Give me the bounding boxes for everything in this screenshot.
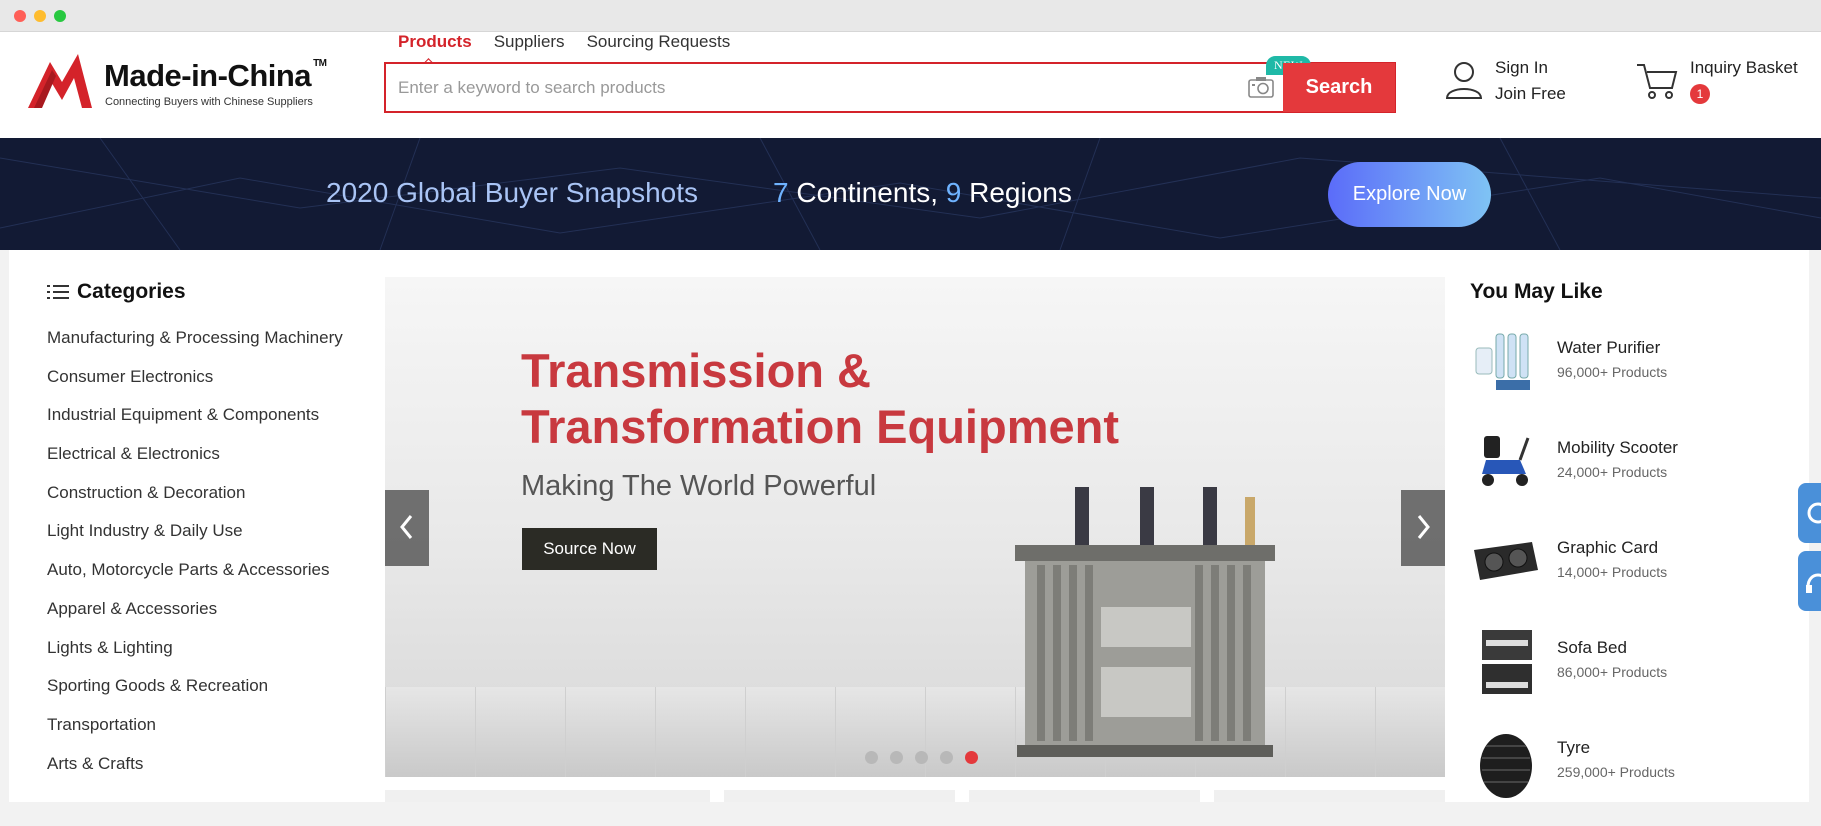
- you-may-like-item[interactable]: Sofa Bed 86,000+ Products: [1470, 626, 1800, 726]
- site-header: Made-in-China TM Connecting Buyers with C…: [0, 32, 1821, 138]
- banner-stats: 7 Continents, 9 Regions: [773, 177, 1072, 208]
- carousel-dot[interactable]: [940, 751, 953, 764]
- minimize-window-button[interactable]: [34, 10, 46, 22]
- category-item-industrial-equipment[interactable]: Industrial Equipment & Components: [47, 405, 367, 444]
- join-free-link[interactable]: Join Free: [1495, 84, 1566, 104]
- categories-panel: Categories Manufacturing & Processing Ma…: [47, 280, 367, 792]
- carousel-pagination: [865, 751, 978, 764]
- tab-suppliers[interactable]: Suppliers: [494, 32, 565, 60]
- promo-banner: 2020 Global Buyer Snapshots 7 Continents…: [0, 138, 1821, 250]
- hero-carousel: Transmission & Transformation Equipment …: [385, 277, 1445, 777]
- floating-chat-button[interactable]: [1798, 483, 1821, 543]
- account-area: Sign In Join Free: [1445, 54, 1605, 114]
- carousel-subtitle: Making The World Powerful: [521, 470, 877, 502]
- basket-count-badge: 1: [1690, 84, 1710, 104]
- mobility-scooter-icon: [1482, 436, 1530, 486]
- category-item-arts-crafts[interactable]: Arts & Crafts: [47, 754, 367, 793]
- category-item-electrical[interactable]: Electrical & Electronics: [47, 444, 367, 483]
- you-may-like-heading: You May Like: [1470, 280, 1603, 303]
- you-may-like-item[interactable]: Mobility Scooter 24,000+ Products: [1470, 426, 1800, 526]
- logo-name: Made-in-China TM: [104, 58, 327, 93]
- carousel-dot[interactable]: [865, 751, 878, 764]
- carousel-dot[interactable]: [915, 751, 928, 764]
- chevron-right-icon: [1417, 514, 1430, 539]
- you-may-like-panel: You May Like Water Purifier 96,000+ Prod…: [1470, 280, 1800, 826]
- tab-products[interactable]: Products: [398, 32, 472, 60]
- carousel-dot[interactable]: [890, 751, 903, 764]
- made-in-china-logo-icon: [28, 54, 92, 108]
- category-item-apparel[interactable]: Apparel & Accessories: [47, 599, 367, 638]
- search-input[interactable]: [398, 75, 1218, 101]
- list-icon: [47, 285, 69, 299]
- user-icon[interactable]: [1445, 60, 1483, 100]
- maximize-window-button[interactable]: [54, 10, 66, 22]
- sub-banner-tile[interactable]: [724, 790, 955, 802]
- transformer-illustration: [1015, 487, 1275, 757]
- sub-banner-tile[interactable]: [1214, 790, 1445, 802]
- category-item-transportation[interactable]: Transportation: [47, 715, 367, 754]
- floating-support-button[interactable]: [1798, 551, 1821, 611]
- category-item-construction[interactable]: Construction & Decoration: [47, 483, 367, 522]
- source-now-button[interactable]: Source Now: [522, 528, 657, 570]
- sofa-bed-icon: [1482, 630, 1532, 694]
- sign-in-link[interactable]: Sign In: [1495, 58, 1548, 78]
- category-item-light-industry[interactable]: Light Industry & Daily Use: [47, 521, 367, 560]
- logo-tagline: Connecting Buyers with Chinese Suppliers: [105, 96, 313, 108]
- main-content: Categories Manufacturing & Processing Ma…: [9, 250, 1809, 802]
- sub-banner-tile[interactable]: [969, 790, 1200, 802]
- you-may-like-item[interactable]: Tyre 259,000+ Products: [1470, 726, 1800, 826]
- carousel-prev-button[interactable]: [385, 490, 429, 566]
- category-item-lights[interactable]: Lights & Lighting: [47, 638, 367, 677]
- tyre-icon: [1480, 734, 1532, 798]
- sub-banner-tile[interactable]: [385, 790, 710, 802]
- explore-now-button[interactable]: Explore Now: [1328, 162, 1491, 227]
- tab-sourcing-requests[interactable]: Sourcing Requests: [587, 32, 731, 60]
- sub-banner-row: [385, 790, 1445, 802]
- inquiry-basket: Inquiry Basket 1: [1636, 54, 1821, 114]
- close-window-button[interactable]: [14, 10, 26, 22]
- you-may-like-item[interactable]: Water Purifier 96,000+ Products: [1470, 326, 1800, 426]
- browser-chrome: [0, 0, 1821, 32]
- carousel-next-button[interactable]: [1401, 490, 1445, 566]
- category-item-sporting-goods[interactable]: Sporting Goods & Recreation: [47, 676, 367, 715]
- carousel-dot-active[interactable]: [965, 751, 978, 764]
- site-logo[interactable]: Made-in-China TM Connecting Buyers with C…: [28, 52, 348, 112]
- inquiry-basket-link[interactable]: Inquiry Basket: [1690, 58, 1798, 78]
- category-item-manufacturing[interactable]: Manufacturing & Processing Machinery: [47, 328, 367, 367]
- you-may-like-item[interactable]: Graphic Card 14,000+ Products: [1470, 526, 1800, 626]
- banner-title: 2020 Global Buyer Snapshots: [326, 177, 699, 208]
- cart-icon[interactable]: [1636, 62, 1678, 100]
- headset-icon: [1806, 573, 1821, 593]
- carousel-title: Transmission & Transformation Equipment: [521, 344, 1119, 453]
- search-type-tabs: Products Suppliers Sourcing Requests: [398, 32, 730, 60]
- search-bar: NEW Search: [384, 56, 1396, 113]
- graphic-card-icon: [1474, 542, 1538, 580]
- water-purifier-icon: [1475, 333, 1530, 390]
- chevron-left-icon: [400, 514, 413, 539]
- category-item-consumer-electronics[interactable]: Consumer Electronics: [47, 367, 367, 406]
- search-button[interactable]: Search: [1283, 63, 1395, 112]
- category-item-auto-parts[interactable]: Auto, Motorcycle Parts & Accessories: [47, 560, 367, 599]
- categories-heading: Categories: [47, 280, 367, 304]
- image-search-icon[interactable]: [1248, 76, 1274, 98]
- chat-icon: [1807, 502, 1821, 524]
